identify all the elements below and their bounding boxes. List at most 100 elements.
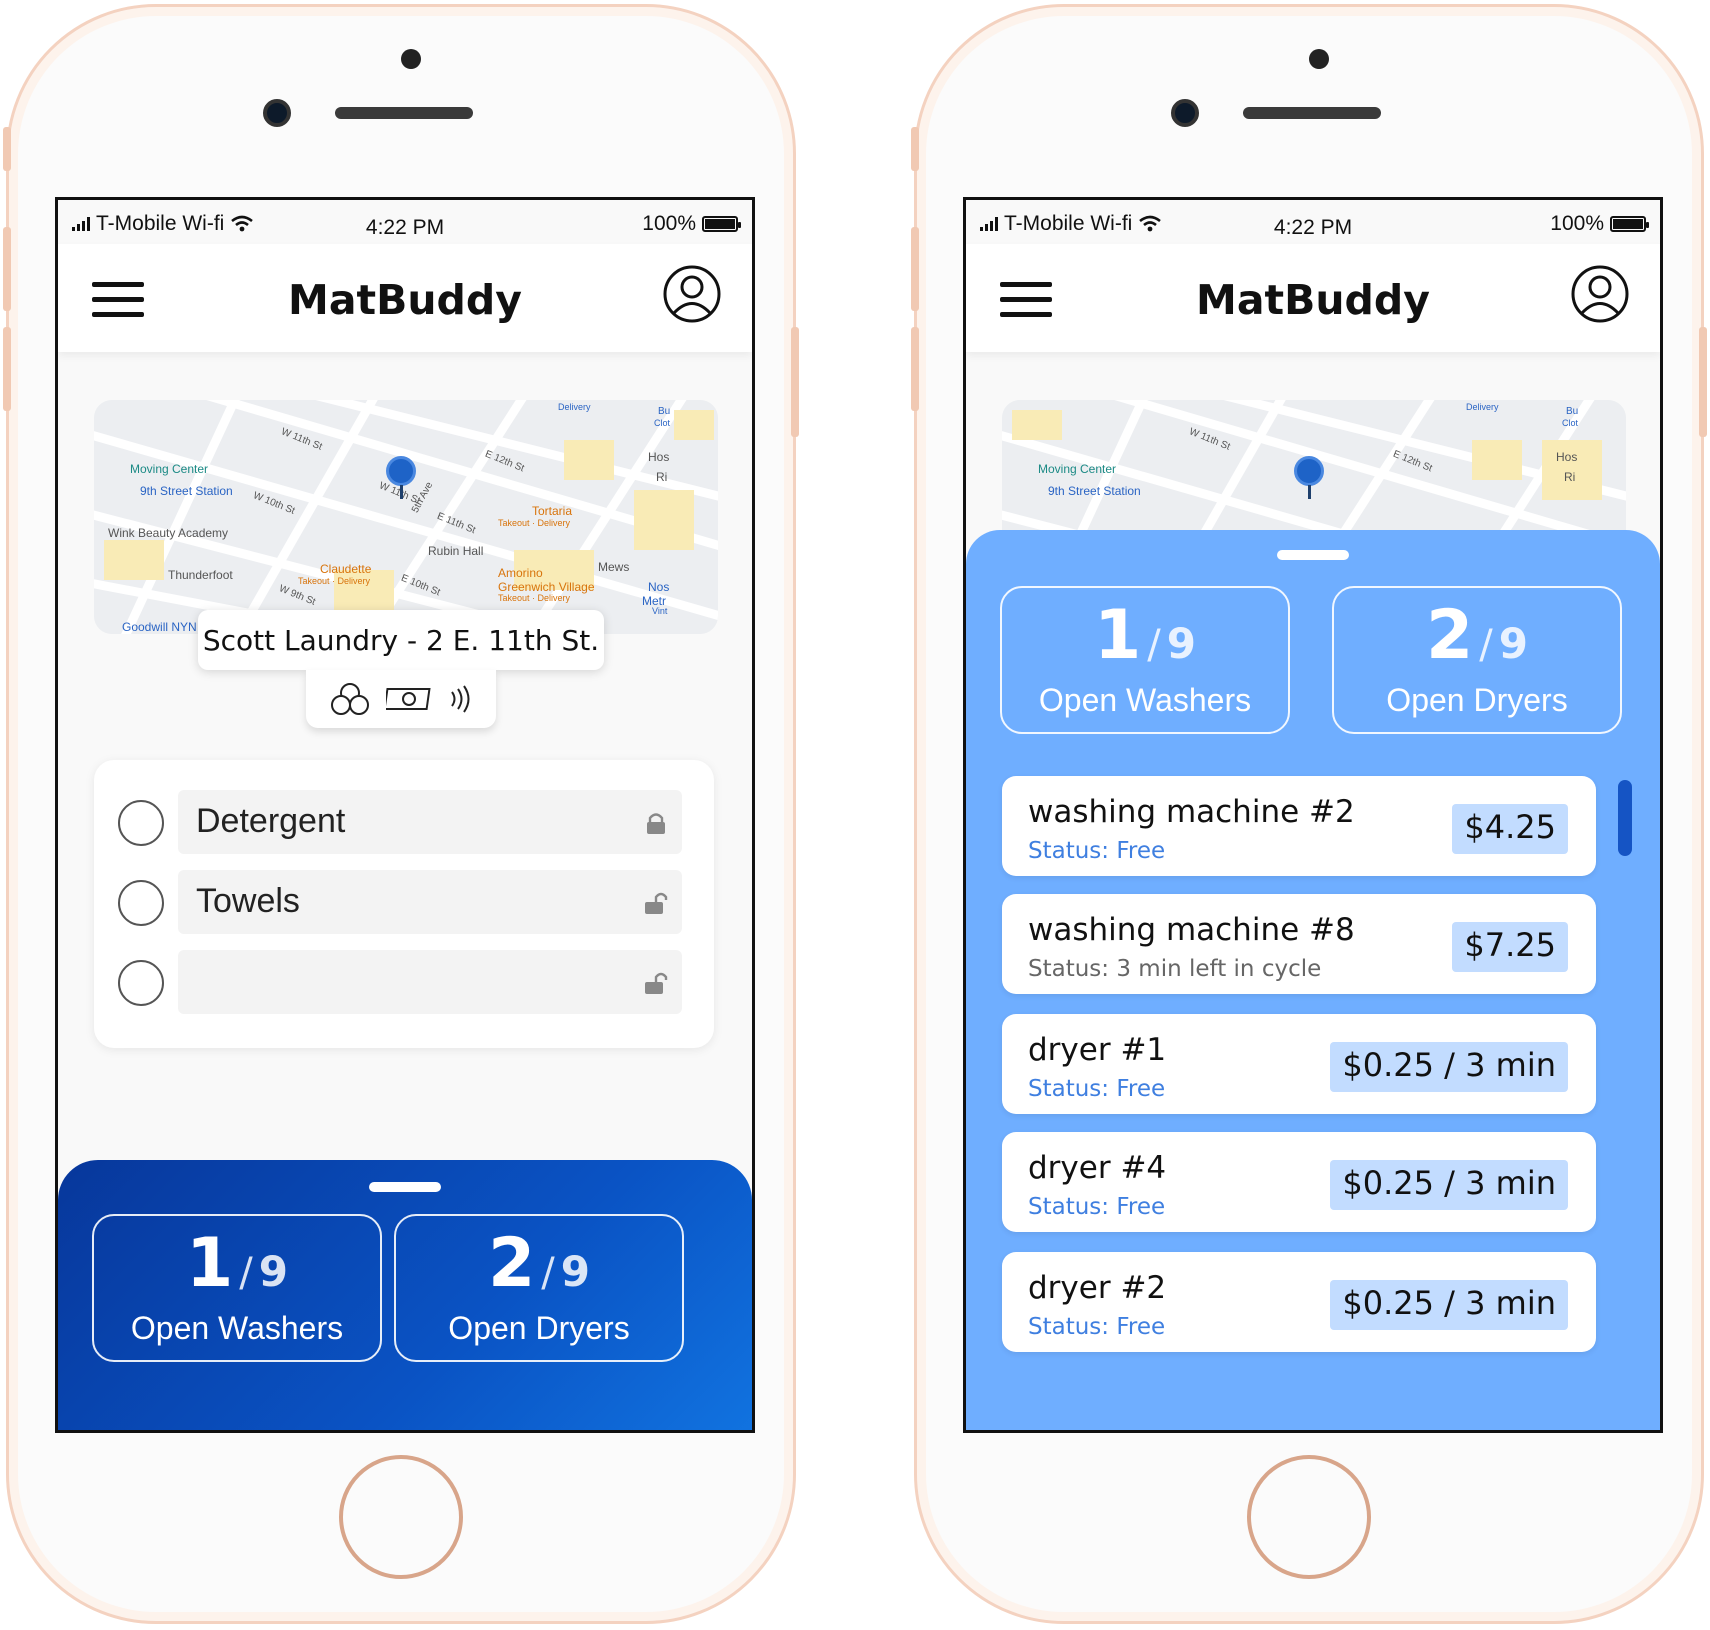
map-label: 9th Street Station (140, 484, 233, 498)
machine-status: Status: Free (1028, 1194, 1166, 1220)
washers-total-count: 9 (258, 1247, 289, 1296)
machine-row[interactable]: washing machine #2 Status: Free $4.25 (1002, 776, 1596, 876)
machine-name: dryer #1 (1028, 1032, 1167, 1068)
open-dryers-card[interactable]: 2 / 9 Open Dryers (394, 1214, 684, 1362)
checklist-field[interactable]: Towels (178, 870, 682, 934)
checklist-card: Detergent Towels (94, 760, 714, 1048)
machine-row[interactable]: dryer #2 Status: Free $0.25 / 3 min (1002, 1252, 1596, 1352)
user-circle-icon[interactable] (1570, 264, 1630, 324)
checklist-item[interactable]: Detergent (118, 790, 688, 856)
open-washers-card[interactable]: 1 / 9 Open Washers (1000, 586, 1290, 734)
status-bar: T-Mobile Wi-fi 4:22 PM 100% (58, 200, 752, 244)
washers-total-count: 9 (1166, 619, 1197, 668)
map-view[interactable]: Moving Center 9th Street Station Wink Be… (94, 400, 718, 634)
dryers-label: Open Dryers (1386, 682, 1568, 718)
machine-price: $0.25 / 3 min (1330, 1160, 1568, 1210)
screen-right: T-Mobile Wi-fi 4:22 PM 100% MatBuddy Mov… (963, 197, 1663, 1433)
map-label: Ri (656, 470, 668, 484)
machine-status: Status: Free (1028, 838, 1166, 864)
battery-icon (1610, 216, 1649, 232)
checklist-field[interactable] (178, 950, 682, 1014)
dryers-total-count: 9 (1498, 619, 1529, 668)
map-label: Claudette (320, 562, 372, 576)
volume-down-button (911, 327, 919, 411)
map-label: Vint (652, 606, 668, 616)
map-label: 9th Street Station (1048, 484, 1141, 498)
battery-percent: 100% (642, 212, 696, 235)
mute-switch (911, 127, 919, 171)
map-label: Mews (598, 560, 630, 574)
open-washers-card[interactable]: 1 / 9 Open Washers (92, 1214, 382, 1362)
map-label: Moving Center (1038, 462, 1117, 476)
app-bar: MatBuddy (966, 244, 1660, 352)
power-button (791, 327, 799, 437)
checkbox-radio[interactable] (118, 880, 164, 926)
open-dryers-card[interactable]: 2 / 9 Open Dryers (1332, 586, 1622, 734)
lock-closed-icon[interactable] (644, 812, 668, 834)
volume-down-button (3, 327, 11, 411)
volume-up-button (3, 227, 11, 311)
machine-name: washing machine #8 (1028, 912, 1355, 948)
lock-open-icon[interactable] (644, 892, 668, 914)
map-label: Moving Center (130, 462, 209, 476)
map-label: Rubin Hall (428, 544, 484, 558)
user-circle-icon[interactable] (662, 264, 722, 324)
count-separator: / (1147, 622, 1161, 668)
checklist-item[interactable] (118, 950, 688, 1016)
machine-row[interactable]: dryer #4 Status: Free $0.25 / 3 min (1002, 1132, 1596, 1232)
location-name: Scott Laundry - 2 E. 11th St. (202, 624, 600, 657)
status-bar: T-Mobile Wi-fi 4:22 PM 100% (966, 200, 1660, 244)
count-separator: / (541, 1250, 555, 1296)
machine-status: Status: 3 min left in cycle (1028, 956, 1322, 982)
home-button[interactable] (339, 1455, 463, 1579)
map-label: Nos (648, 580, 670, 594)
battery-icon (702, 216, 741, 232)
front-camera-icon (263, 99, 291, 127)
payment-methods (306, 670, 496, 728)
machine-row[interactable]: dryer #1 Status: Free $0.25 / 3 min (1002, 1014, 1596, 1114)
map-label: Delivery (1466, 402, 1499, 412)
lock-open-icon[interactable] (644, 972, 668, 994)
map-label: Greenwich Village (498, 580, 595, 594)
machine-price: $4.25 (1452, 804, 1568, 854)
location-pin-icon[interactable] (1294, 456, 1324, 499)
proximity-sensor (1309, 49, 1329, 69)
battery-percent: 100% (1550, 212, 1604, 235)
location-card[interactable]: Scott Laundry - 2 E. 11th St. (198, 610, 604, 670)
machine-name: dryer #4 (1028, 1150, 1167, 1186)
list-scrollbar[interactable] (1618, 780, 1632, 856)
machine-price: $7.25 (1452, 922, 1568, 972)
home-button[interactable] (1247, 1455, 1371, 1579)
washers-label: Open Washers (1038, 682, 1252, 718)
machine-status: Status: Free (1028, 1076, 1166, 1102)
drag-handle[interactable] (1277, 550, 1349, 560)
machine-price: $0.25 / 3 min (1330, 1280, 1568, 1330)
earpiece-speaker (335, 107, 473, 119)
map-label: Clot (1562, 418, 1579, 428)
checkbox-radio[interactable] (118, 800, 164, 846)
screen-left: T-Mobile Wi-fi 4:22 PM 100% MatBuddy Mov… (55, 197, 755, 1433)
checklist-field[interactable]: Detergent (178, 790, 682, 854)
checkbox-radio[interactable] (118, 960, 164, 1006)
washers-label: Open Washers (130, 1310, 344, 1346)
machine-list-sheet[interactable]: 1 / 9 Open Washers 2 / 9 Open Dryers was… (966, 530, 1660, 1430)
checklist-item[interactable]: Towels (118, 870, 688, 936)
washers-open-count: 1 (1093, 596, 1142, 675)
machine-price: $0.25 / 3 min (1330, 1042, 1568, 1092)
location-pin-icon[interactable] (386, 456, 416, 499)
map-label: Amorino (498, 566, 543, 580)
app-title: MatBuddy (1196, 276, 1430, 324)
map-label: Clot (654, 418, 671, 428)
count-separator: / (1479, 622, 1493, 668)
drag-handle[interactable] (369, 1182, 441, 1192)
machine-name: washing machine #2 (1028, 794, 1355, 830)
front-camera-icon (1171, 99, 1199, 127)
bottom-sheet[interactable]: 1 / 9 Open Washers 2 / 9 Open Dryers (58, 1160, 752, 1430)
map-label: Takeout · Delivery (498, 593, 571, 603)
map-label: Hos (1556, 450, 1578, 464)
app-title: MatBuddy (288, 276, 522, 324)
machine-row[interactable]: washing machine #8 Status: 3 min left in… (1002, 894, 1596, 994)
coins-icon (331, 683, 369, 715)
machine-name: dryer #2 (1028, 1270, 1167, 1306)
cash-icon (386, 688, 431, 710)
